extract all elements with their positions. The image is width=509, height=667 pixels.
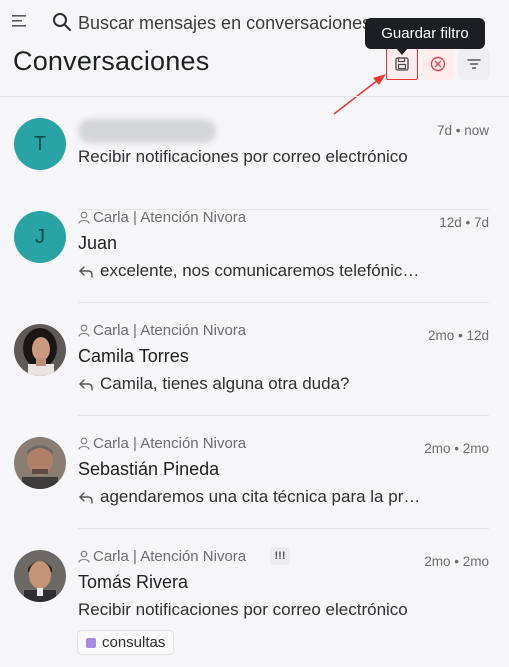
preview-text: agendaremos una cita técnica para la pró… xyxy=(100,487,428,506)
conversation-item[interactable] xyxy=(0,416,509,529)
reply-icon xyxy=(79,265,93,278)
agent-name: Carla | Atención Nivora xyxy=(93,435,247,452)
agent-name: Carla | Atención Nivora xyxy=(93,209,247,226)
circle-x-icon xyxy=(430,56,446,72)
contact-name: Tomás Rivera xyxy=(78,572,189,592)
search-icon xyxy=(53,13,71,31)
user-icon xyxy=(78,324,90,337)
timestamp: 2mo • 12d xyxy=(427,328,489,343)
filter-lines-icon xyxy=(467,59,481,69)
priority-badge: !!! xyxy=(270,547,290,565)
user-icon xyxy=(78,437,90,450)
floppy-disk-icon xyxy=(395,57,409,71)
search-input[interactable] xyxy=(78,8,368,38)
contact-name: Juan xyxy=(78,233,118,253)
timestamp: 2mo • 2mo xyxy=(424,441,489,456)
contact-name: Sebastián Pineda xyxy=(78,459,220,479)
reply-icon xyxy=(79,378,93,391)
tag-color-dot xyxy=(86,637,96,648)
assigned-agent: Carla | Atención Nivora xyxy=(78,548,246,565)
message-preview: Camila, tienes alguna otra duda? xyxy=(78,374,428,394)
avatar: T xyxy=(14,118,66,170)
profile-photo xyxy=(14,437,66,489)
assigned-agent: Carla | Atención Nivora xyxy=(78,435,246,452)
agent-name: Carla | Atención Nivora xyxy=(93,322,247,339)
avatar: J xyxy=(14,211,66,263)
preview-text: Camila, tienes alguna otra duda? xyxy=(100,374,350,393)
avatar xyxy=(14,324,66,376)
tooltip-arrow xyxy=(396,48,408,55)
assigned-agent: Carla | Atención Nivora xyxy=(78,322,246,339)
profile-photo xyxy=(14,324,66,376)
tag-label: consultas xyxy=(102,634,166,651)
timestamp: 2mo • 2mo xyxy=(424,554,489,569)
blurred-contact-name xyxy=(78,119,216,143)
avatar xyxy=(14,550,66,602)
avatar xyxy=(14,437,66,489)
profile-photo xyxy=(14,550,66,602)
clear-filter-button[interactable] xyxy=(422,48,454,80)
conversation-item[interactable] xyxy=(0,303,509,416)
preview-text: Recibir notificaciones por correo electr… xyxy=(78,600,408,619)
reply-icon xyxy=(79,491,93,504)
timestamp: 12d • 7d xyxy=(439,215,489,230)
user-icon xyxy=(78,550,90,563)
conversation-item[interactable] xyxy=(0,190,509,303)
label-tag[interactable]: consultas xyxy=(77,630,175,655)
contact-name: Camila Torres xyxy=(78,346,189,366)
hamburger-menu-icon[interactable] xyxy=(12,14,28,28)
message-preview: excelente, nos comunicaremos telefónicam… xyxy=(78,261,428,281)
assigned-agent: Carla | Atención Nivora xyxy=(78,209,246,226)
message-preview: agendaremos una cita técnica para la pró… xyxy=(78,487,428,507)
message-preview: Recibir notificaciones por correo electr… xyxy=(78,147,428,167)
filter-button[interactable] xyxy=(458,48,490,80)
agent-name: Carla | Atención Nivora xyxy=(93,548,247,565)
preview-text: Recibir notificaciones por correo electr… xyxy=(78,147,408,166)
preview-text: excelente, nos comunicaremos telefónicam… xyxy=(100,261,428,280)
tooltip: Guardar filtro xyxy=(365,18,485,49)
message-preview: Recibir notificaciones por correo electr… xyxy=(78,600,428,620)
page-title: Conversaciones xyxy=(13,46,210,76)
timestamp: 7d • now xyxy=(436,123,489,138)
user-icon xyxy=(78,211,90,224)
